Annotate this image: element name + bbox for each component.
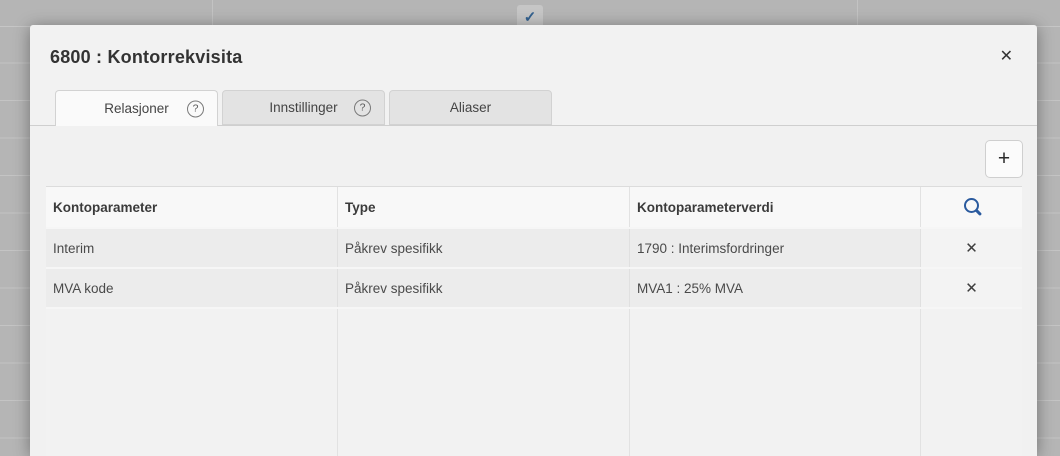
empty-column	[630, 309, 921, 456]
relations-table: Kontoparameter Type Kontoparameterverdi …	[46, 186, 1022, 456]
empty-column	[921, 309, 1022, 456]
empty-column	[46, 309, 338, 456]
cell-type: Påkrev spesifikk	[338, 229, 630, 267]
table-row[interactable]: Interim Påkrev spesifikk 1790 : Interims…	[46, 229, 1022, 269]
tab-aliaser[interactable]: Aliaser	[389, 90, 552, 125]
cell-actions: ✕	[921, 229, 1022, 267]
tab-panel-relasjoner: + Kontoparameter Type Kontoparameterverd…	[30, 125, 1037, 456]
tab-label: Aliaser	[450, 100, 491, 115]
add-relation-button[interactable]: +	[985, 140, 1023, 178]
delete-icon[interactable]: ✕	[962, 238, 981, 259]
column-header-actions	[921, 187, 1022, 227]
column-header-kontoparameter: Kontoparameter	[46, 187, 338, 227]
table-row[interactable]: MVA kode Påkrev spesifikk MVA1 : 25% MVA…	[46, 269, 1022, 309]
help-icon[interactable]: ?	[354, 99, 371, 116]
dialog-title: 6800 : Kontorrekvisita	[50, 47, 242, 68]
dialog-header: 6800 : Kontorrekvisita ✕	[30, 25, 1037, 89]
cell-kontoparameter: Interim	[46, 229, 338, 267]
search-icon[interactable]	[963, 198, 981, 216]
account-dialog: 6800 : Kontorrekvisita ✕ Relasjoner ? In…	[30, 25, 1037, 455]
tab-innstillinger[interactable]: Innstillinger ?	[222, 90, 385, 125]
delete-icon[interactable]: ✕	[962, 278, 981, 299]
column-header-type: Type	[338, 187, 630, 227]
cell-kontoparameterverdi: 1790 : Interimsfordringer	[630, 229, 921, 267]
tab-label: Innstillinger	[269, 100, 337, 115]
help-icon[interactable]: ?	[187, 100, 204, 117]
table-empty-area	[46, 309, 1022, 456]
plus-icon: +	[998, 147, 1010, 171]
tab-relasjoner[interactable]: Relasjoner ?	[55, 90, 218, 126]
tab-bar: Relasjoner ? Innstillinger ? Aliaser	[30, 89, 1037, 125]
cell-actions: ✕	[921, 269, 1022, 307]
cell-type: Påkrev spesifikk	[338, 269, 630, 307]
column-header-kontoparameterverdi: Kontoparameterverdi	[630, 187, 921, 227]
empty-column	[338, 309, 630, 456]
close-icon[interactable]: ✕	[996, 45, 1017, 69]
table-header-row: Kontoparameter Type Kontoparameterverdi	[46, 187, 1022, 229]
cell-kontoparameter: MVA kode	[46, 269, 338, 307]
tab-label: Relasjoner	[104, 101, 169, 116]
cell-kontoparameterverdi: MVA1 : 25% MVA	[630, 269, 921, 307]
